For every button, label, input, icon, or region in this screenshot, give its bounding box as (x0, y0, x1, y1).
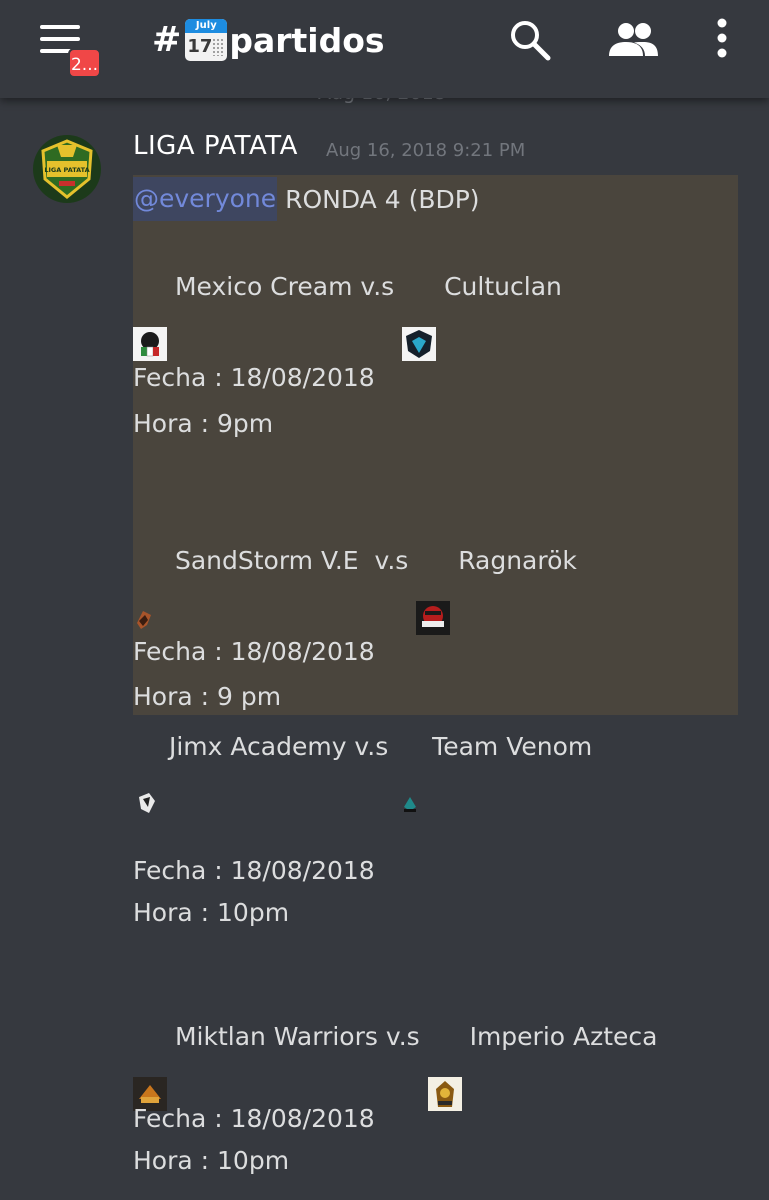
more-vertical-icon (717, 18, 727, 58)
mexico-cream-logo-icon (133, 269, 167, 361)
team-a-name: Miktlan Warriors v.s (167, 1021, 428, 1051)
search-icon (511, 21, 551, 61)
match-line: Jimx Academy v.s Team Venom (133, 728, 593, 813)
notification-badge: 2... (68, 48, 101, 78)
match-time: Hora : 10pm (133, 897, 290, 927)
channel-title: # July 17 partidos (152, 14, 385, 66)
match-time: Hora : 9pm (133, 408, 274, 438)
channel-name: partidos (229, 20, 385, 60)
miktlan-warriors-logo-icon (133, 1019, 167, 1111)
avatar-logo-text: LIGA PATATA (44, 166, 89, 174)
match-date: Fecha : 18/08/2018 (133, 636, 375, 666)
match-time: Hora : 9 pm (133, 681, 282, 711)
round-title: RONDA 4 (BDP) (277, 184, 480, 214)
author-avatar[interactable]: LIGA PATATA (33, 135, 101, 203)
channel-header: 2... # July 17 partidos (0, 0, 769, 98)
imperio-azteca-logo-icon (427, 1019, 462, 1111)
calendar-emoji-icon: July 17 (185, 19, 228, 61)
match-time: Hora : 10pm (133, 1145, 290, 1175)
members-button[interactable] (606, 18, 660, 62)
team-b-name: Team Venom (424, 731, 593, 761)
sandstorm-logo-icon (133, 543, 167, 629)
message-timestamp: Aug 16, 2018 9:21 PM (326, 140, 526, 161)
team-b-name: Imperio Azteca (461, 1021, 658, 1051)
channel-hash: # (152, 20, 182, 60)
cultuclan-logo-icon (402, 269, 437, 361)
ragnarok-logo-icon (416, 543, 451, 635)
search-button[interactable] (508, 18, 552, 62)
message-title-line: @everyone RONDA 4 (BDP) (133, 177, 480, 221)
match-date: Fecha : 18/08/2018 (133, 855, 375, 885)
match-date: Fecha : 18/08/2018 (133, 362, 375, 392)
team-b-name: Ragnarök (450, 545, 577, 575)
match-line: SandStorm V.E v.s Ragnarök (133, 542, 577, 635)
team-a-name: Jimx Academy v.s (161, 731, 397, 761)
more-options-button[interactable] (708, 16, 736, 62)
team-a-name: Mexico Cream v.s (167, 271, 403, 301)
match-line: Mexico Cream v.s Cultuclan (133, 268, 562, 361)
match-date: Fecha : 18/08/2018 (133, 1103, 375, 1133)
match-line: Miktlan Warriors v.s Imperio Azteca (133, 1018, 658, 1111)
everyone-mention[interactable]: @everyone (133, 177, 278, 221)
jimx-academy-logo-icon (133, 729, 161, 813)
message-author[interactable]: LIGA PATATA (133, 131, 298, 161)
team-venom-logo-icon (396, 729, 424, 812)
members-icon (609, 23, 658, 56)
team-b-name: Cultuclan (436, 271, 562, 301)
team-a-name: SandStorm V.E v.s (167, 545, 417, 575)
